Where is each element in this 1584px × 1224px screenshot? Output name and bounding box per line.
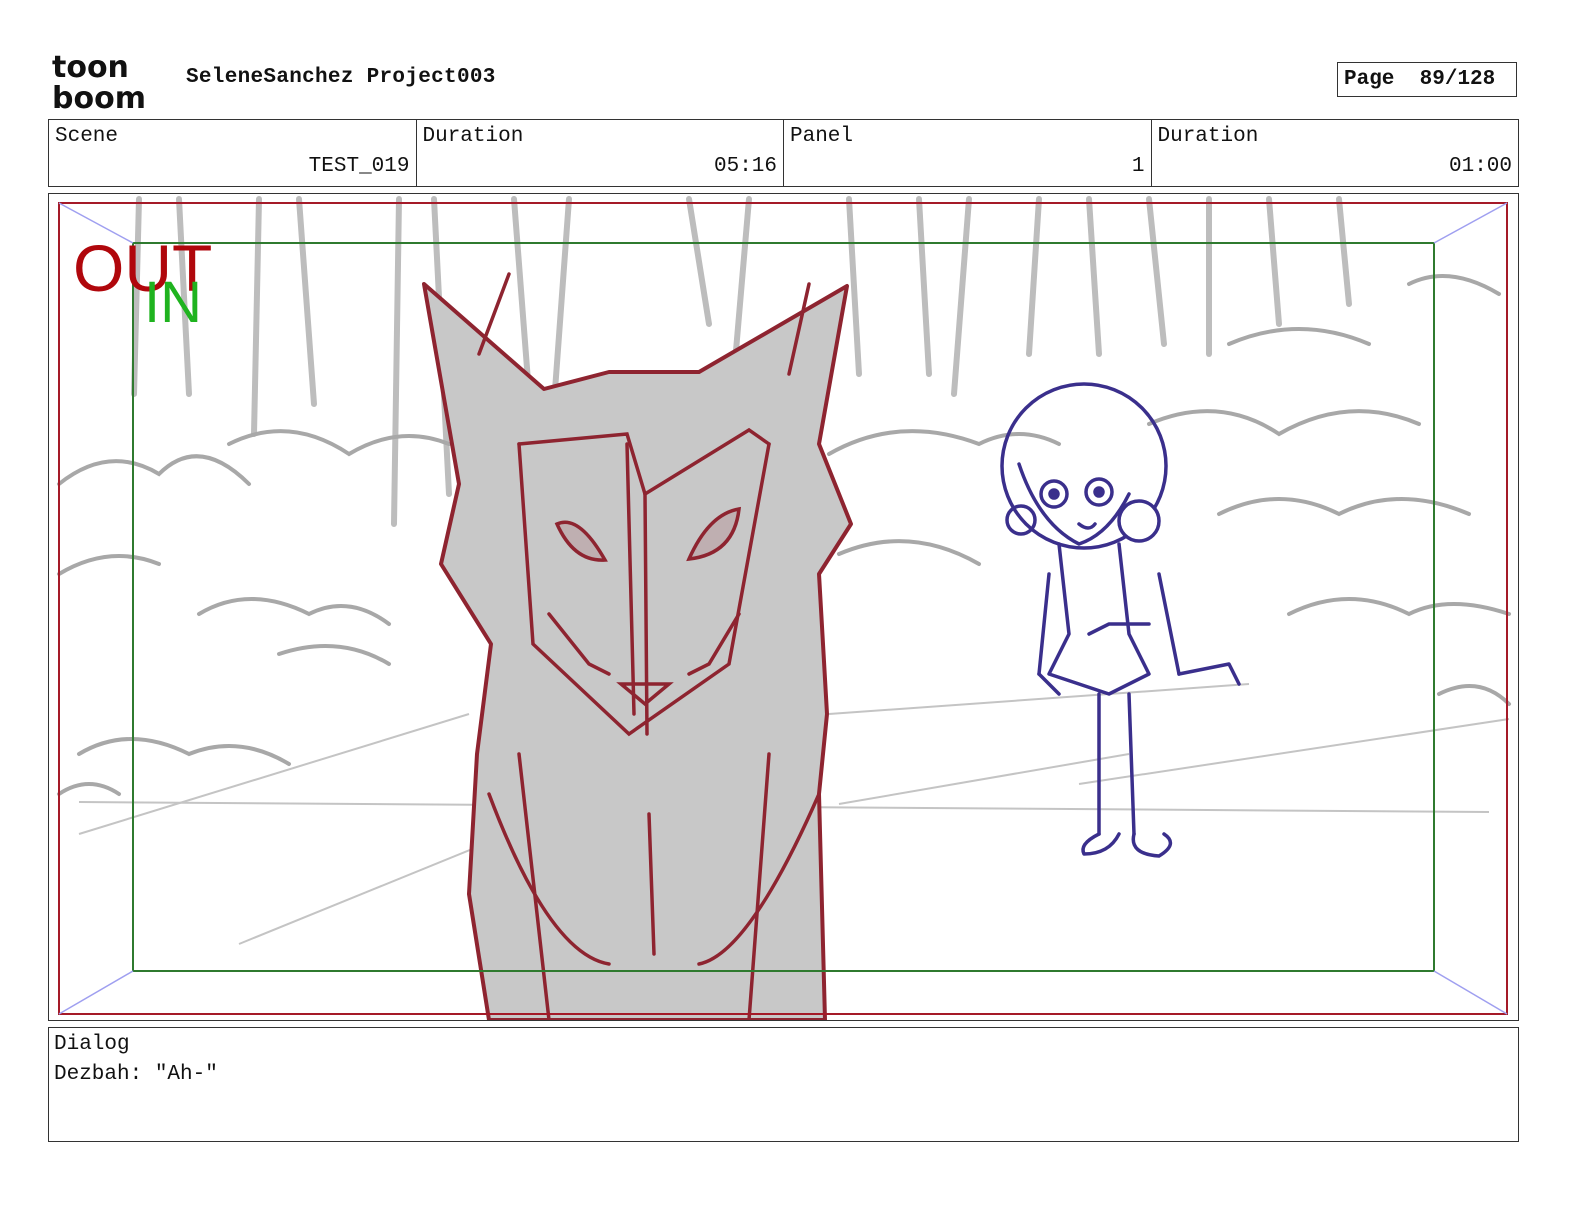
scene-label: Scene	[55, 125, 119, 148]
panel-value: 1	[1131, 155, 1145, 178]
scene-value: TEST_019	[308, 155, 410, 178]
girl-character	[1000, 382, 1241, 858]
logo-text-bottom: boom	[52, 81, 146, 112]
storyboard-frame: OUT IN	[48, 193, 1519, 1021]
panel-duration-cell: Duration 01:00	[1152, 120, 1519, 186]
in-label: IN	[144, 270, 202, 335]
project-title: SeleneSanchez Project003	[186, 66, 496, 89]
panel-cell: Panel 1	[784, 120, 1152, 186]
page-indicator: Page 89/128	[1337, 62, 1517, 97]
scene-cell: Scene TEST_019	[49, 120, 417, 186]
scene-info-row: Scene TEST_019 Duration 05:16 Panel 1 Du…	[48, 119, 1519, 187]
page-value: 89/128	[1419, 68, 1496, 91]
scene-duration-value: 05:16	[713, 155, 777, 178]
storyboard-drawing: OUT IN	[57, 196, 1511, 1020]
wolf-character	[422, 272, 853, 1020]
logo-text-top: toon	[52, 50, 129, 85]
dialog-text: Dezbah: "Ah-"	[54, 1063, 218, 1086]
toon-boom-logo: toon boom	[50, 50, 165, 116]
dialog-box: Dialog Dezbah: "Ah-"	[48, 1027, 1519, 1142]
panel-duration-value: 01:00	[1448, 155, 1512, 178]
dialog-label: Dialog	[54, 1033, 130, 1056]
panel-duration-label: Duration	[1157, 125, 1259, 148]
scene-duration-cell: Duration 05:16	[417, 120, 784, 186]
panel-label: Panel	[790, 125, 854, 148]
page-label: Page	[1344, 68, 1395, 91]
scene-duration-label: Duration	[422, 125, 524, 148]
